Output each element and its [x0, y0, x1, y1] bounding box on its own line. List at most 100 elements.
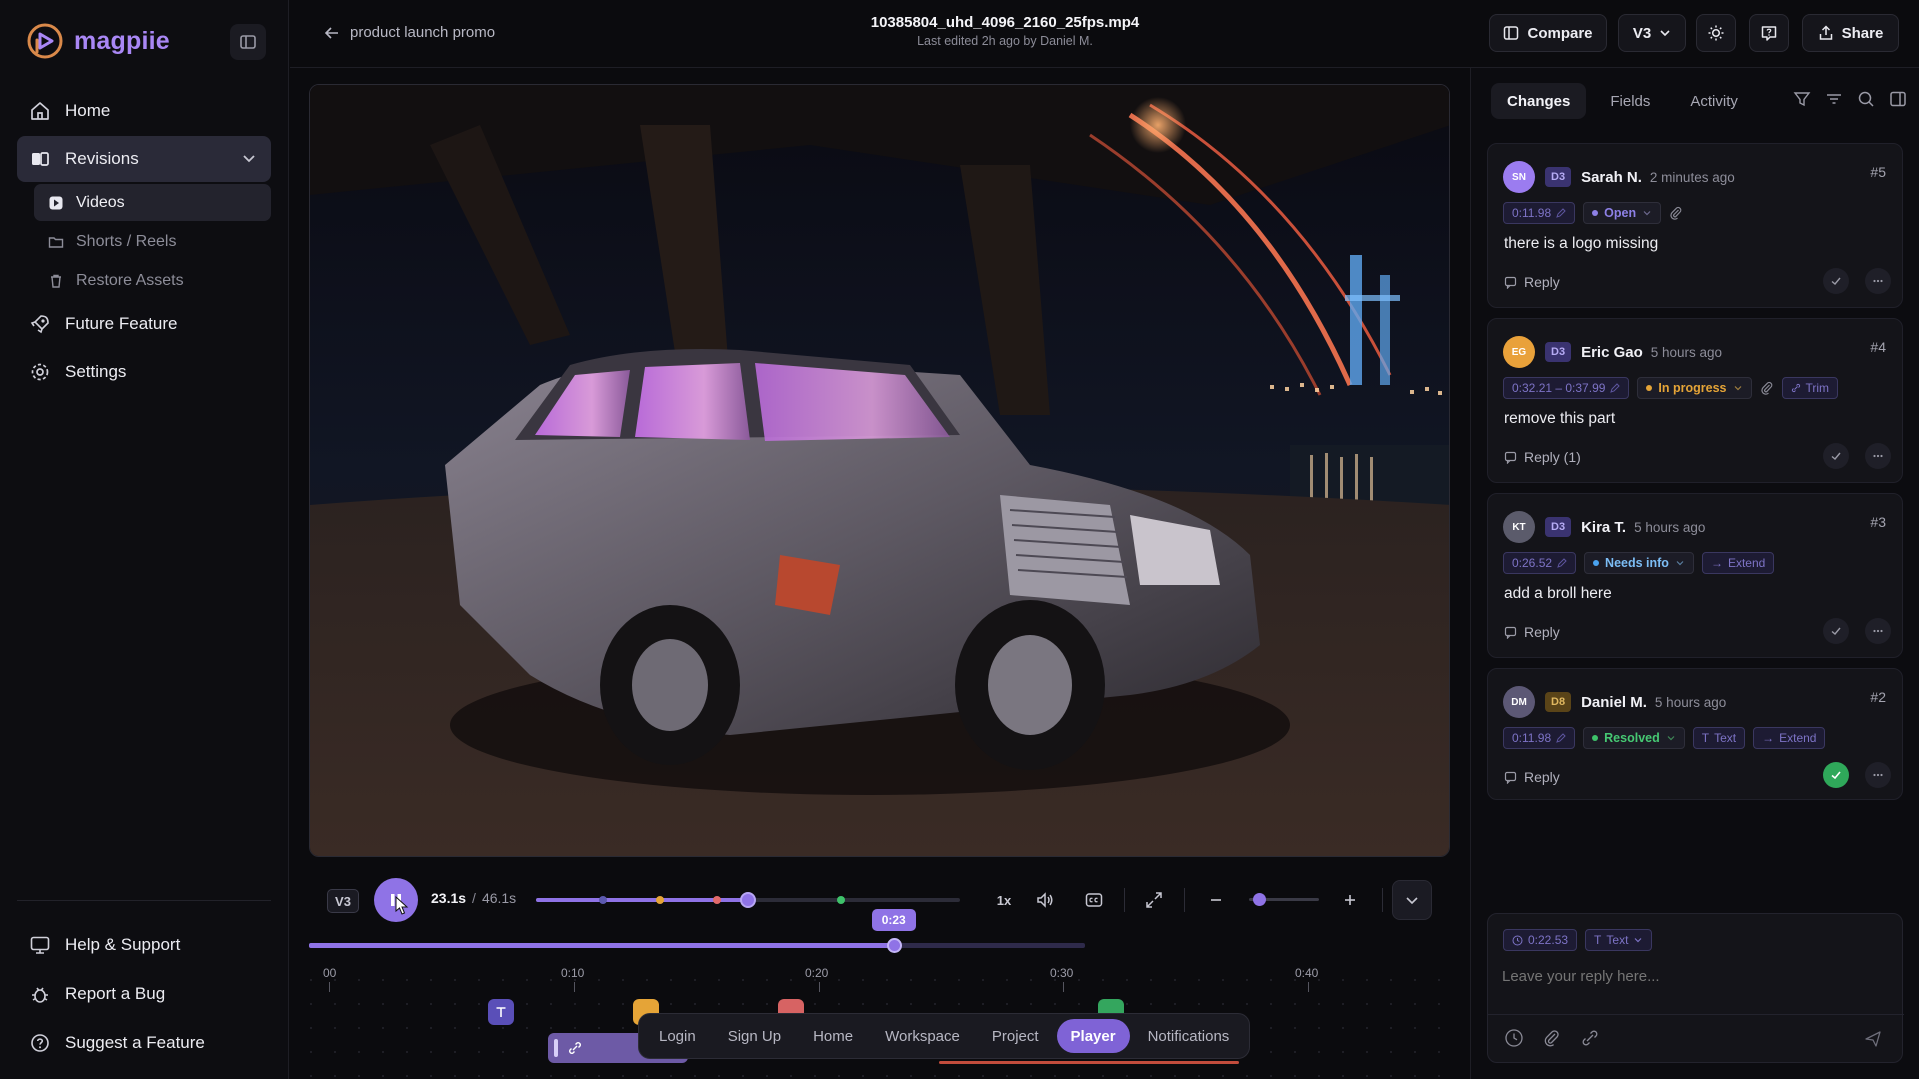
paperclip-icon[interactable] — [1541, 1027, 1563, 1049]
trim-handle[interactable] — [554, 1039, 558, 1057]
bottom-nav-home[interactable]: Home — [799, 1019, 867, 1053]
sub-item-videos[interactable]: Videos — [34, 184, 271, 221]
comment-author: Sarah N. — [1581, 168, 1642, 186]
back-link[interactable]: product launch promo — [324, 24, 495, 41]
tag-trim[interactable]: Trim — [1781, 377, 1839, 399]
more-options-button[interactable] — [1865, 618, 1891, 644]
marker-dot[interactable] — [837, 896, 845, 904]
zoom-in-button[interactable] — [1336, 886, 1364, 914]
timecode-chip[interactable]: 0:11.98 — [1503, 202, 1576, 224]
status-select[interactable]: Open — [1583, 202, 1662, 224]
version-pill[interactable]: V3 — [327, 889, 359, 913]
resolve-button[interactable] — [1823, 443, 1849, 469]
nav-item-settings[interactable]: Settings — [17, 349, 271, 395]
paperclip-icon[interactable] — [1669, 206, 1683, 220]
collapse-timeline-button[interactable] — [1392, 880, 1432, 920]
bottom-nav-notifications[interactable]: Notifications — [1134, 1019, 1244, 1053]
nav-item-report-bug[interactable]: Report a Bug — [17, 970, 271, 1017]
playback-speed-button[interactable]: 1x — [990, 886, 1018, 914]
bottom-nav-workspace[interactable]: Workspace — [871, 1019, 974, 1053]
reply-button[interactable]: Reply (1) — [1504, 449, 1581, 465]
reply-button[interactable]: Reply — [1504, 769, 1560, 785]
bottom-nav-sign-up[interactable]: Sign Up — [714, 1019, 795, 1053]
more-options-button[interactable] — [1865, 443, 1891, 469]
tick-mark — [1308, 982, 1309, 992]
share-button[interactable]: Share — [1802, 14, 1899, 52]
resolve-button[interactable] — [1823, 268, 1849, 294]
tab-changes[interactable]: Changes — [1491, 83, 1587, 119]
reply-button[interactable]: Reply — [1504, 274, 1560, 290]
sub-item-shorts-reels[interactable]: Shorts / Reels — [34, 223, 271, 260]
status-select[interactable]: Needs info — [1584, 552, 1694, 574]
send-icon[interactable] — [1864, 1030, 1882, 1048]
clock-icon[interactable] — [1503, 1027, 1525, 1049]
message-question-icon — [31, 1033, 49, 1052]
status-select[interactable]: Resolved — [1583, 727, 1685, 749]
fullscreen-button[interactable] — [1140, 886, 1168, 914]
marker-dot[interactable] — [599, 896, 607, 904]
filter-icon[interactable] — [1793, 90, 1811, 108]
tab-activity[interactable]: Activity — [1674, 83, 1754, 119]
sun-icon — [1708, 25, 1724, 41]
sort-icon[interactable] — [1825, 90, 1843, 108]
marker-dot[interactable] — [713, 896, 721, 904]
help-button[interactable] — [1749, 14, 1789, 52]
bottom-nav-project[interactable]: Project — [978, 1019, 1053, 1053]
version-select[interactable]: V3 — [1618, 14, 1686, 52]
chevron-down-icon[interactable] — [241, 150, 257, 166]
tag-extend[interactable]: → Extend — [1701, 552, 1775, 574]
status-dot — [1593, 560, 1600, 566]
composer-timecode-chip[interactable]: 0:22.53 — [1503, 929, 1578, 951]
bug-icon — [32, 987, 48, 1003]
timecode-chip[interactable]: 0:32.21 – 0:37.99 — [1503, 377, 1630, 399]
status-select[interactable]: In progress — [1637, 377, 1752, 399]
nav-item-home[interactable]: Home — [17, 88, 271, 134]
timecode-chip[interactable]: 0:11.98 — [1503, 727, 1576, 749]
search-icon[interactable] — [1857, 90, 1875, 108]
video-frame[interactable] — [309, 84, 1450, 857]
panel-layout-icon[interactable] — [1889, 90, 1907, 108]
zoom-slider[interactable] — [1249, 893, 1319, 906]
more-horizontal-icon — [1873, 279, 1883, 283]
volume-button[interactable] — [1031, 886, 1059, 914]
link-icon[interactable] — [1579, 1027, 1601, 1049]
playhead[interactable] — [886, 938, 902, 953]
comment-card-resolved[interactable]: DM D8 Daniel M. 5 hours ago #2 0:11.98 R… — [1487, 668, 1903, 800]
reply-input[interactable] — [1502, 962, 1882, 990]
comment-card[interactable]: EG D3 Eric Gao 5 hours ago #4 0:32.21 – … — [1487, 318, 1903, 483]
collapse-sidebar-button[interactable] — [230, 24, 266, 60]
more-options-button[interactable] — [1865, 268, 1891, 294]
tab-fields[interactable]: Fields — [1594, 83, 1666, 119]
scrubber-handle[interactable] — [740, 892, 756, 908]
text-marker[interactable] — [488, 999, 514, 1025]
paperclip-icon[interactable] — [1760, 381, 1774, 395]
tag-extend[interactable]: → Extend — [1753, 727, 1826, 749]
zoom-out-button[interactable] — [1202, 886, 1230, 914]
timecode-chip[interactable]: 0:26.52 — [1503, 552, 1577, 574]
marker-dot[interactable] — [656, 896, 664, 904]
link-icon — [569, 1042, 581, 1054]
theme-toggle-button[interactable] — [1696, 14, 1736, 52]
bottom-nav-player[interactable]: Player — [1056, 1019, 1130, 1053]
comment-card[interactable]: KT D3 Kira T. 5 hours ago #3 0:26.52 Nee… — [1487, 493, 1903, 658]
reply-button[interactable]: Reply — [1504, 624, 1560, 640]
sub-item-restore-assets[interactable]: Restore Assets — [34, 262, 271, 299]
zoom-slider-handle[interactable] — [1253, 893, 1266, 906]
scrubber-track[interactable] — [536, 892, 960, 908]
resolved-button[interactable] — [1823, 762, 1849, 788]
comment-author: Daniel M. — [1581, 693, 1647, 711]
nav-item-revisions[interactable]: Revisions — [17, 136, 271, 182]
compare-button[interactable]: Compare — [1489, 14, 1607, 52]
resolve-button[interactable] — [1823, 618, 1849, 644]
nav-item-help-support[interactable]: Help & Support — [17, 921, 271, 968]
more-options-button[interactable] — [1865, 762, 1891, 788]
tag-text[interactable]: T Text — [1692, 727, 1746, 749]
clock-icon — [1512, 935, 1523, 945]
captions-button[interactable] — [1080, 886, 1108, 914]
nav-item-future-feature[interactable]: Future Feature — [17, 301, 271, 347]
logo[interactable]: magpiie — [26, 22, 170, 60]
bottom-nav-login[interactable]: Login — [645, 1019, 710, 1053]
nav-item-suggest-feature[interactable]: Suggest a Feature — [17, 1019, 271, 1066]
comment-card[interactable]: SN D3 Sarah N. 2 minutes ago #5 0:11.98 … — [1487, 143, 1903, 308]
composer-type-select[interactable]: T Text — [1585, 929, 1653, 951]
